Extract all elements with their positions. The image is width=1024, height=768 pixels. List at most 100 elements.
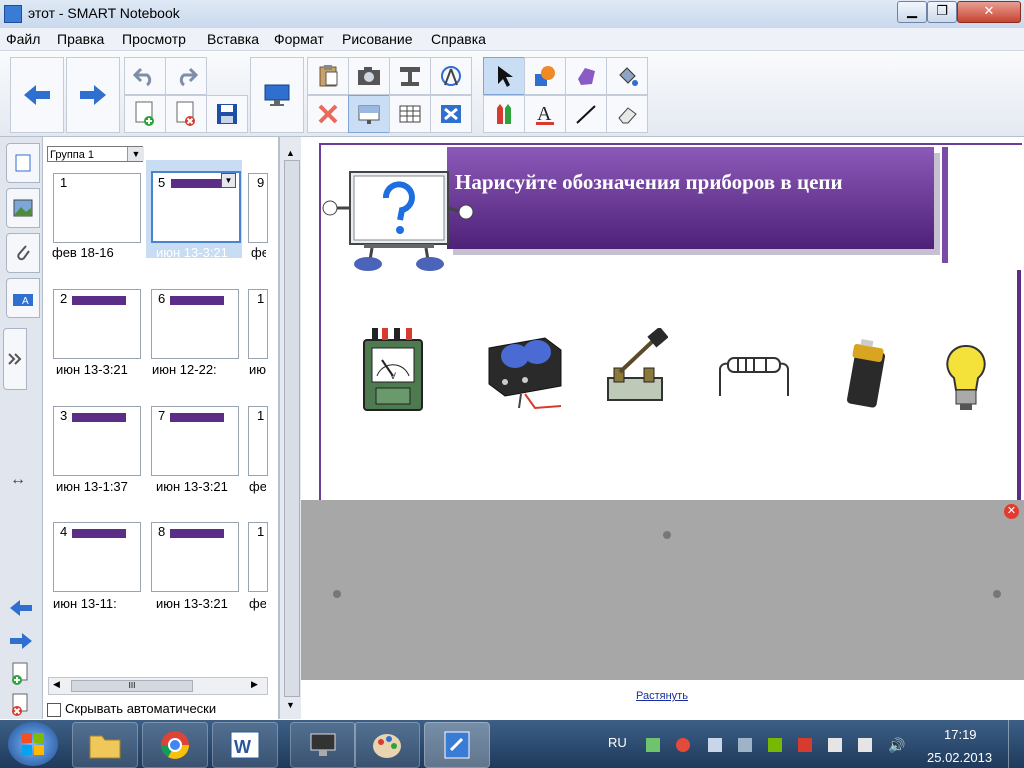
taskbar-paint[interactable] <box>354 722 420 768</box>
group-select-value: Группа 1 <box>50 149 95 161</box>
smart-notebook-app-icon <box>4 5 22 23</box>
shade-top-handle[interactable] <box>663 531 671 539</box>
menu-file[interactable]: Файл <box>6 31 40 47</box>
fill-tool-button[interactable] <box>606 57 648 95</box>
monitor-icon[interactable] <box>858 738 872 752</box>
menu-help[interactable]: Справка <box>431 31 486 47</box>
redo-button[interactable] <box>165 57 207 95</box>
paste-button[interactable] <box>307 57 349 95</box>
menu-edit[interactable]: Правка <box>57 31 104 47</box>
sidebar-delete-page-button[interactable] <box>8 693 32 717</box>
security-alert-icon[interactable] <box>676 738 690 752</box>
pens-icon <box>497 104 511 124</box>
text-a-icon: A <box>536 103 554 125</box>
sidebar-next-page-button[interactable] <box>8 631 34 651</box>
auto-hide-checkbox[interactable] <box>47 703 61 717</box>
question-board-icon[interactable] <box>320 168 478 272</box>
eraser-shape-tool-button[interactable] <box>565 57 607 95</box>
delete-page-button[interactable] <box>165 95 207 133</box>
battery-holder-device-icon[interactable] <box>485 334 565 412</box>
thumbnail-menu-chevron-icon[interactable]: ▼ <box>221 173 236 188</box>
next-page-button[interactable] <box>66 57 120 133</box>
menu-draw[interactable]: Рисование <box>342 31 413 47</box>
tab-attachments[interactable] <box>6 233 40 273</box>
shade-left-handle[interactable] <box>333 590 341 598</box>
add-page-button[interactable] <box>124 95 166 133</box>
shade-right-handle[interactable] <box>993 590 1001 598</box>
resistor-device-icon[interactable] <box>718 350 790 398</box>
thumbnail-caption: июн 13-3:21 <box>156 479 228 494</box>
insert-table-button[interactable] <box>389 95 431 133</box>
tab-gallery[interactable] <box>6 188 40 228</box>
sidebar-add-page-button[interactable] <box>8 662 32 686</box>
sidebar-prev-page-button[interactable] <box>8 598 34 618</box>
page-vertical-scrollbar-thumb[interactable] <box>284 160 300 697</box>
maximize-button[interactable]: ❐ <box>927 1 957 23</box>
mouse-icon[interactable] <box>738 738 752 752</box>
stretch-link[interactable]: Растянуть <box>636 690 688 702</box>
full-screen-button[interactable] <box>250 57 304 133</box>
scroll-right-icon[interactable]: ▶ <box>251 679 258 690</box>
tab-addons[interactable] <box>3 328 27 390</box>
sorter-horizontal-scrollbar[interactable]: ◀ III ▶ <box>48 677 268 695</box>
flag-icon[interactable] <box>828 738 842 752</box>
document-camera-button[interactable] <box>389 57 431 95</box>
taskbar-smart-notebook[interactable] <box>424 722 490 768</box>
document-camera-icon <box>400 67 420 86</box>
thumbnail-caption: фе <box>251 245 266 260</box>
shade-close-icon[interactable]: ✕ <box>1004 504 1019 519</box>
menu-insert[interactable]: Вставка <box>207 31 259 47</box>
thumbnail-caption: июн 13-3:21 <box>56 362 128 377</box>
clock-date[interactable]: 25.02.2013 <box>927 750 992 765</box>
save-button[interactable] <box>206 95 248 133</box>
network-icon[interactable] <box>646 738 660 752</box>
screen-shade-button[interactable] <box>348 95 390 133</box>
auto-hide-label: Скрывать автоматически <box>65 701 217 716</box>
tab-page-sorter[interactable] <box>6 143 40 183</box>
resize-arrows-icon[interactable]: ↔ <box>10 471 26 489</box>
menu-view[interactable]: Просмотр <box>122 31 186 47</box>
start-button[interactable] <box>8 722 58 766</box>
taskbar-document-camera[interactable] <box>290 722 356 768</box>
battery-cell-device-icon[interactable] <box>843 338 891 410</box>
text-tool-button[interactable]: A <box>524 95 566 133</box>
tab-properties[interactable]: A <box>6 278 40 318</box>
scroll-left-icon[interactable]: ◀ <box>53 679 60 690</box>
taskbar-word[interactable]: W <box>212 722 278 768</box>
clock-time[interactable]: 17:19 <box>944 727 977 742</box>
taskbar-explorer[interactable] <box>72 722 138 768</box>
voltmeter-device-icon[interactable]: V <box>362 326 426 414</box>
knife-switch-device-icon[interactable] <box>604 328 668 404</box>
taskbar-chrome[interactable] <box>142 722 208 768</box>
scrollbar-thumb[interactable]: III <box>71 680 193 692</box>
select-tool-button[interactable] <box>483 57 525 95</box>
menu-format[interactable]: Формат <box>274 31 324 47</box>
screen-capture-button[interactable] <box>348 57 390 95</box>
show-desktop-button[interactable] <box>1008 720 1024 768</box>
screen-shade[interactable] <box>301 500 1024 680</box>
chevron-down-icon[interactable]: ▼ <box>127 147 144 161</box>
shield-icon[interactable] <box>798 738 812 752</box>
nvidia-icon[interactable] <box>768 738 782 752</box>
action-center-icon[interactable] <box>708 738 722 752</box>
language-indicator[interactable]: RU <box>608 735 627 750</box>
eraser-tool-button[interactable] <box>606 95 648 133</box>
previous-page-button[interactable] <box>10 57 64 133</box>
scroll-up-icon[interactable]: ▲ <box>286 148 295 158</box>
delete-button[interactable] <box>307 95 349 133</box>
undo-button[interactable] <box>124 57 166 95</box>
line-tool-button[interactable] <box>565 95 607 133</box>
svg-text:A: A <box>537 103 552 125</box>
shapes-tool-button[interactable] <box>524 57 566 95</box>
scroll-down-icon[interactable]: ▼ <box>286 700 295 710</box>
thumbnail-number: 6 <box>158 291 166 306</box>
light-bulb-device-icon[interactable] <box>942 342 990 414</box>
volume-icon[interactable]: 🔊 <box>888 738 905 752</box>
minimize-button[interactable]: ▁ <box>897 1 927 23</box>
pens-tool-button[interactable] <box>483 95 525 133</box>
close-window-button[interactable]: ✕ <box>957 1 1021 23</box>
smart-exchange-button[interactable] <box>430 95 472 133</box>
thumbnail-number: 3 <box>60 408 68 423</box>
measurement-tools-button[interactable] <box>430 57 472 95</box>
thumbnail-number: 1 <box>257 291 265 306</box>
